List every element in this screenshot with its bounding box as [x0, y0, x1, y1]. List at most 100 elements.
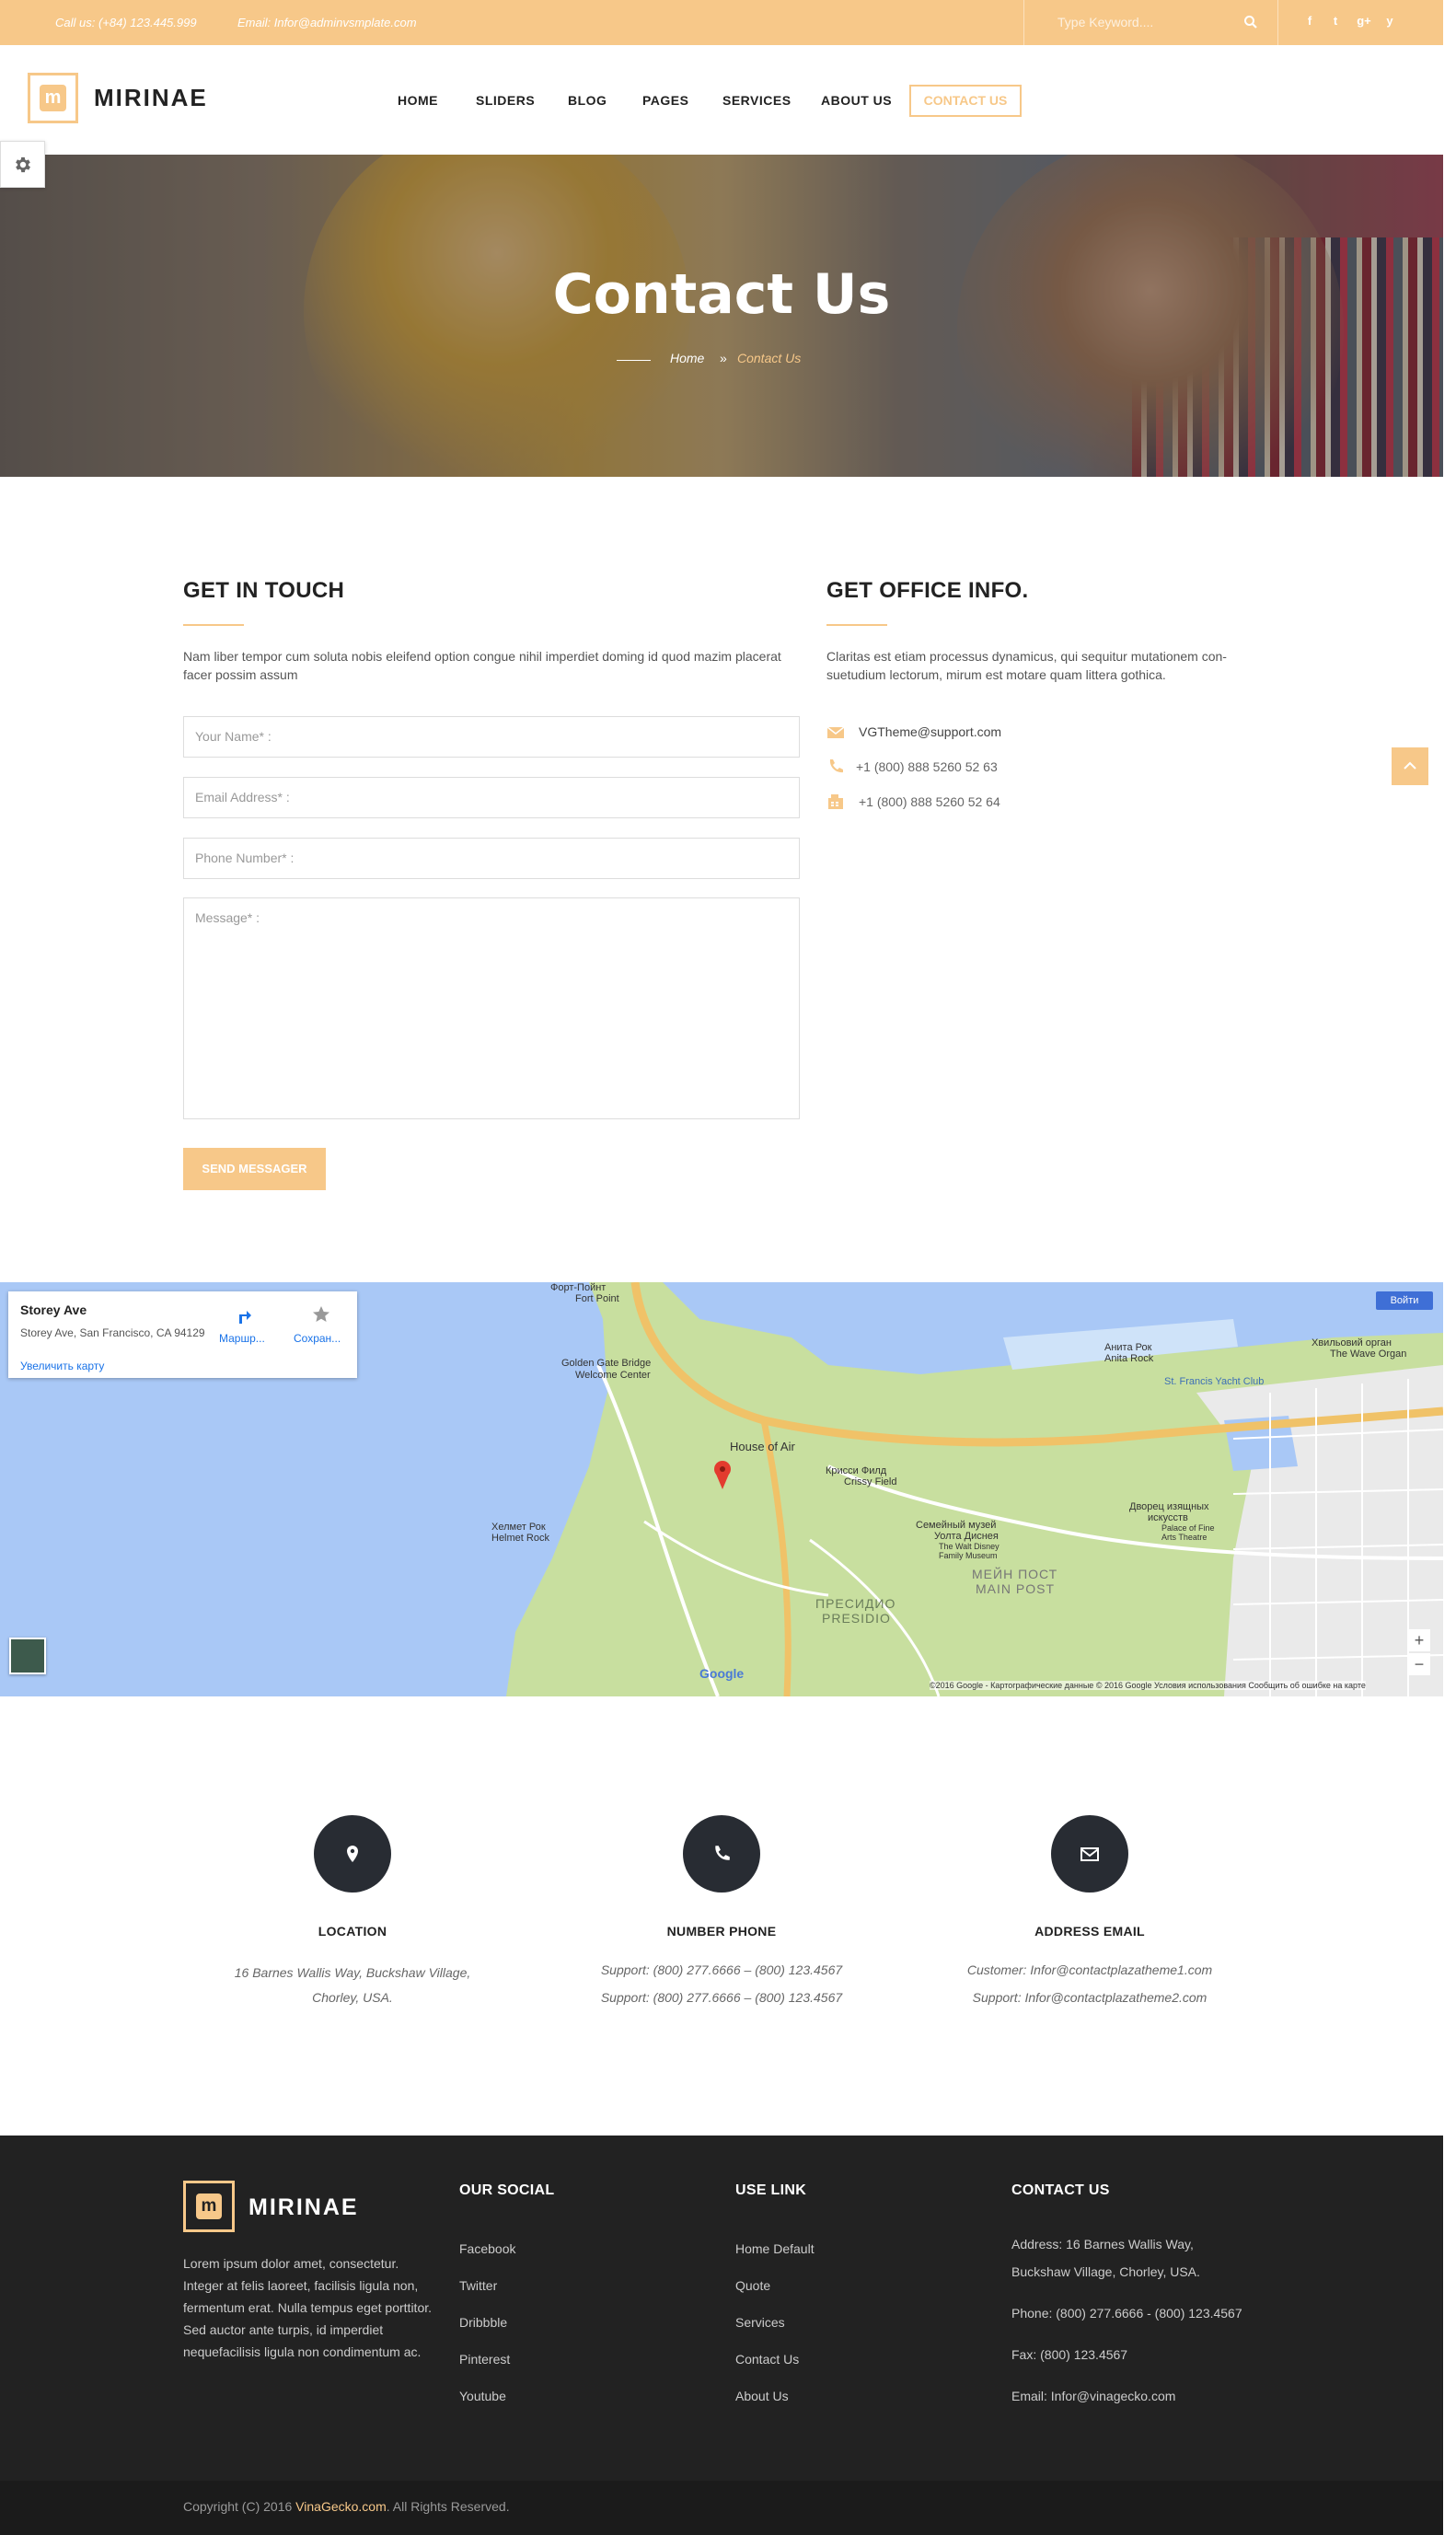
footer-link-quote[interactable]: Quote [735, 2278, 770, 2293]
map-save-button[interactable]: Сохран... [294, 1332, 341, 1345]
map-label: Anita Rock [1104, 1353, 1154, 1364]
map-label: The Walt Disney [939, 1542, 1000, 1551]
map-place-card: Storey Ave Storey Ave, San Francisco, CA… [8, 1291, 357, 1378]
settings-button[interactable] [0, 141, 45, 188]
nav-pages[interactable]: PAGES [642, 93, 688, 108]
map-label: Golden Gate Bridge [561, 1358, 652, 1369]
nav-sliders[interactable]: SLIDERS [476, 93, 535, 108]
google-map[interactable]: Форт-Пойнт Fort Point Golden Gate Bridge… [0, 1282, 1443, 1696]
email-field[interactable]: Email Address* : [183, 777, 800, 818]
copyright-prefix: Copyright (C) 2016 [183, 2499, 296, 2514]
office-email[interactable]: VGTheme@support.com [859, 724, 1001, 739]
footer-links-title: USE LINK [735, 2182, 807, 2198]
phone-title: NUMBER PHONE [666, 1924, 777, 1939]
map-label: PRESIDIO [822, 1611, 891, 1626]
map-label: MAIN POST [976, 1581, 1056, 1596]
google-plus-icon[interactable]: g+ [1355, 14, 1373, 30]
copyright-link[interactable]: VinaGecko.com [295, 2499, 387, 2514]
google-logo: Google [699, 1666, 745, 1681]
map-label: House of Air [730, 1440, 795, 1453]
touch-text: Nam liber tempor cum soluta nobis eleife… [183, 649, 781, 682]
logo[interactable]: m [28, 73, 78, 123]
footer-link-home[interactable]: Home Default [735, 2241, 815, 2256]
phone-icon [829, 759, 843, 773]
footer-link-dribbble[interactable]: Dribbble [459, 2315, 507, 2330]
twitter-icon[interactable]: t [1328, 14, 1343, 30]
map-label: Форт-Пойнт [550, 1282, 607, 1293]
footer-logo[interactable]: m [183, 2181, 235, 2232]
footer-about: Lorem ipsum dolor amet, consectetur. Int… [183, 2256, 433, 2359]
map-enlarge-link[interactable]: Увеличить карту [20, 1360, 104, 1372]
back-to-top-button[interactable] [1392, 747, 1428, 785]
email-text-2[interactable]: Support: Infor@contactplazatheme2.com [924, 1985, 1255, 2010]
footer-link-services[interactable]: Services [735, 2315, 785, 2330]
footer-link-pinterest[interactable]: Pinterest [459, 2352, 510, 2367]
map-label: Дворец изящных [1129, 1501, 1209, 1512]
footer-fax: Fax: (800) 123.4567 [1011, 2347, 1128, 2362]
footer-logo-mark: m [196, 2194, 222, 2219]
map-label: Welcome Center [575, 1370, 651, 1381]
footer-link-facebook[interactable]: Facebook [459, 2241, 515, 2256]
zoom-in-button[interactable]: + [1408, 1629, 1430, 1651]
map-label: МЕЙН ПОСТ [972, 1567, 1058, 1581]
footer-email[interactable]: Email: Infor@vinagecko.com [1011, 2384, 1175, 2409]
street-view-thumbnail[interactable] [9, 1638, 46, 1674]
facebook-icon[interactable]: f [1302, 14, 1317, 30]
search-icon[interactable] [1243, 15, 1258, 29]
star-icon[interactable] [312, 1305, 330, 1324]
logo-text[interactable]: MIRINAE [94, 84, 208, 112]
nav-contact[interactable]: CONTACT US [909, 85, 1022, 117]
footer-link-twitter[interactable]: Twitter [459, 2278, 497, 2293]
footer-link-youtube[interactable]: Youtube [459, 2389, 506, 2403]
map-label: Helmet Rock [491, 1533, 549, 1544]
breadcrumb-line [617, 360, 651, 361]
office-underline [826, 624, 887, 626]
email-text-1[interactable]: Customer: Infor@contactplazatheme1.com [924, 1958, 1255, 1983]
email-circle [1051, 1815, 1128, 1893]
map-label: Arts Theatre [1161, 1533, 1208, 1542]
phone-field[interactable]: Phone Number* : [183, 838, 800, 879]
office-fax: +1 (800) 888 5260 52 64 [859, 794, 1000, 809]
send-button[interactable]: SEND MESSAGER [183, 1148, 326, 1190]
directions-icon[interactable] [237, 1306, 253, 1325]
map-label: Crissy Field [844, 1476, 897, 1487]
chevron-up-icon [1404, 761, 1416, 770]
email-placeholder: Email Address* : [195, 790, 290, 804]
office-text: Claritas est etiam processus dynamicus, … [826, 649, 1227, 682]
search-input[interactable]: Type Keyword.... [1023, 0, 1278, 45]
logo-mark: m [40, 85, 66, 111]
map-label: Хвильовий орган [1312, 1337, 1392, 1349]
nav-about[interactable]: ABOUT US [821, 93, 892, 108]
breadcrumb-home[interactable]: Home [670, 351, 704, 365]
breadcrumb-separator: » [720, 351, 727, 365]
map-login-button[interactable]: Войти [1376, 1291, 1433, 1310]
location-text: 16 Barnes Wallis Way, Buckshaw Village, … [234, 1965, 471, 2005]
youtube-icon[interactable]: y [1382, 14, 1397, 30]
map-label: ПРЕСИДИО [815, 1596, 896, 1611]
name-field[interactable]: Your Name* : [183, 716, 800, 758]
nav-services[interactable]: SERVICES [722, 93, 792, 108]
map-attribution[interactable]: ©2016 Google - Картографические данные ©… [930, 1681, 1366, 1690]
office-title: GET OFFICE INFO. [826, 578, 1029, 603]
topbar-email[interactable]: Email: Infor@adminvsmplate.com [237, 16, 417, 29]
nav-blog[interactable]: BLOG [568, 93, 607, 108]
footer-logo-text[interactable]: MIRINAE [248, 2194, 359, 2221]
location-circle [314, 1815, 391, 1893]
message-field[interactable]: Message* : [183, 897, 800, 1119]
map-label: искусств [1148, 1512, 1188, 1523]
zoom-out-button[interactable]: − [1408, 1653, 1430, 1675]
touch-title: GET IN TOUCH [183, 578, 345, 603]
envelope-icon [826, 726, 845, 738]
office-phone: +1 (800) 888 5260 52 63 [856, 759, 998, 774]
footer-link-about[interactable]: About Us [735, 2389, 789, 2403]
nav-home[interactable]: HOME [398, 93, 438, 108]
message-placeholder: Message* : [195, 910, 260, 925]
map-label: Хелмет Рок [491, 1522, 546, 1533]
location-title: LOCATION [318, 1924, 387, 1939]
map-route-button[interactable]: Маршр... [219, 1332, 265, 1345]
phone-text-1: Support: (800) 277.6666 – (800) 123.4567 [600, 1962, 843, 1977]
breadcrumb-current: Contact Us [737, 351, 802, 365]
footer-link-contact[interactable]: Contact Us [735, 2352, 799, 2367]
footer-address-2: Buckshaw Village, Chorley, USA. [1011, 2264, 1200, 2279]
page-title: Contact Us [552, 262, 891, 327]
